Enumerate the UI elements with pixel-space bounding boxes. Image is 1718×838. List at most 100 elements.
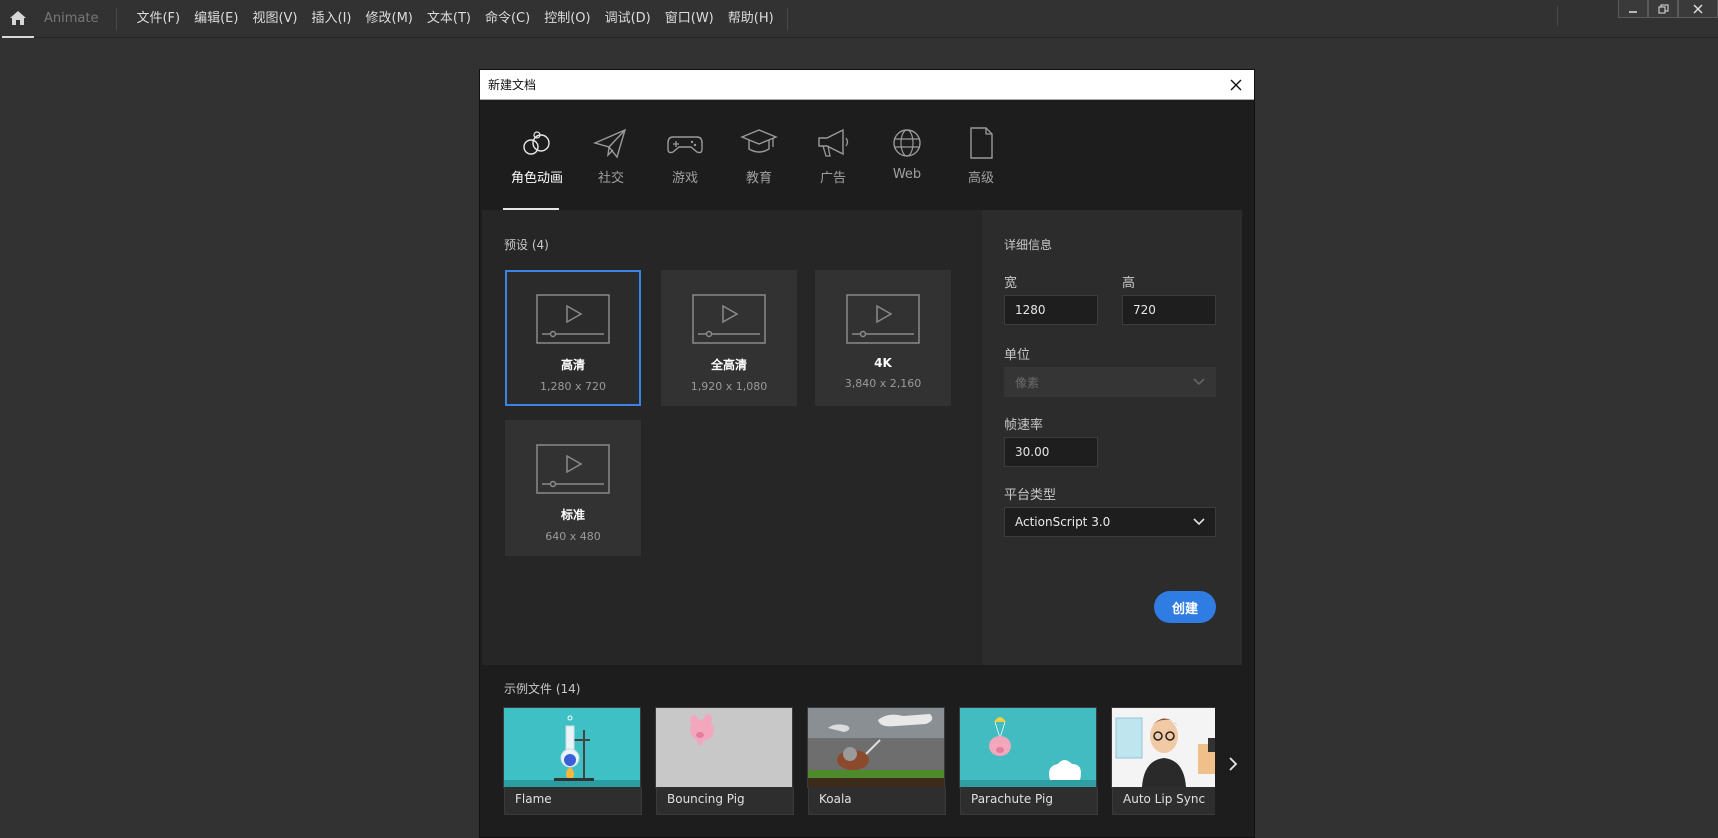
video-preset-icon: [536, 294, 610, 344]
fps-input[interactable]: 30.00: [1004, 437, 1098, 467]
window-controls: [1557, 0, 1718, 26]
menu-view[interactable]: 视图(V): [245, 0, 304, 38]
chevron-down-icon: [1193, 518, 1205, 526]
tab-label: 广告: [819, 171, 846, 186]
menu-file[interactable]: 文件(F): [129, 0, 187, 38]
tab-label: 高级: [967, 171, 994, 186]
divider: [1557, 6, 1558, 26]
tab-social[interactable]: 社交: [574, 125, 648, 210]
sample-thumbnail: [808, 708, 944, 787]
preset-size: 1,280 x 720: [540, 380, 606, 393]
samples-strip: Flame Bouncing Pig Koala Parachute Pig A…: [503, 707, 1215, 817]
sample-name: Koala: [819, 792, 852, 806]
presets-panel: 预设 (4) 高清 1,280 x 720 全高清 1,920 x 1,080: [482, 210, 982, 665]
dialog-title: 新建文档: [488, 78, 537, 92]
megaphone-icon: [818, 128, 849, 157]
unit-label: 单位: [1004, 348, 1031, 363]
close-icon: [1230, 79, 1242, 90]
sample-thumbnail: [656, 708, 792, 787]
sample-thumbnail: [504, 708, 640, 787]
sample-parachute-pig[interactable]: Parachute Pig: [959, 707, 1098, 815]
preset-4k[interactable]: 4K 3,840 x 2,160: [815, 270, 951, 406]
sample-name: Bouncing Pig: [667, 792, 745, 806]
dialog-close-button[interactable]: [1226, 75, 1246, 95]
preset-standard[interactable]: 标准 640 x 480: [505, 420, 641, 556]
chevron-right-icon: [1229, 757, 1238, 771]
unit-select: 像素: [1004, 367, 1216, 397]
tab-advanced[interactable]: 高级: [944, 125, 1018, 210]
preset-hd[interactable]: 高清 1,280 x 720: [505, 270, 641, 406]
app-bar: Animate 文件(F) 编辑(E) 视图(V) 插入(I) 修改(M) 文本…: [0, 0, 1718, 38]
preset-name: 4K: [874, 356, 892, 370]
divider: [116, 7, 118, 30]
preset-full-hd[interactable]: 全高清 1,920 x 1,080: [661, 270, 797, 406]
tab-label: 角色动画: [510, 171, 563, 186]
width-input[interactable]: 1280: [1004, 295, 1098, 325]
details-heading: 详细信息: [1004, 238, 1053, 252]
sample-koala[interactable]: Koala: [807, 707, 946, 815]
tab-advertising[interactable]: 广告: [796, 125, 870, 210]
globe-icon: [893, 129, 921, 157]
sample-auto-lip-sync[interactable]: Auto Lip Sync: [1111, 707, 1215, 815]
presets-heading: 预设 (4): [504, 238, 549, 252]
width-label: 宽: [1004, 276, 1018, 291]
video-preset-icon: [692, 294, 766, 344]
document-icon: [970, 127, 993, 159]
menu-debug[interactable]: 调试(D): [598, 0, 658, 38]
minimize-button[interactable]: [1618, 0, 1648, 18]
menu-control[interactable]: 控制(O): [537, 0, 597, 38]
preset-size: 3,840 x 2,160: [844, 377, 922, 390]
tab-character-animation[interactable]: 角色动画: [500, 125, 574, 210]
sample-name: Auto Lip Sync: [1123, 792, 1206, 806]
tab-label: 社交: [597, 171, 624, 186]
samples-heading: 示例文件 (14): [504, 682, 581, 696]
video-preset-icon: [536, 444, 610, 494]
menu-modify[interactable]: 修改(M): [359, 0, 420, 38]
unit-value: 像素: [1015, 375, 1040, 390]
sample-flame[interactable]: Flame: [503, 707, 642, 815]
platform-select[interactable]: ActionScript 3.0: [1004, 507, 1216, 537]
home-button[interactable]: [2, 0, 34, 38]
create-button[interactable]: 创建: [1154, 591, 1216, 623]
menu-commands[interactable]: 命令(C): [478, 0, 537, 38]
platform-label: 平台类型: [1004, 488, 1057, 503]
sample-thumbnail: [1112, 708, 1215, 787]
tab-education[interactable]: 教育: [722, 125, 796, 210]
menu-insert[interactable]: 插入(I): [305, 0, 359, 38]
close-icon: [1693, 4, 1703, 13]
tab-games[interactable]: 游戏: [648, 125, 722, 210]
gamepad-icon: [667, 136, 703, 154]
tab-label: Web: [892, 167, 922, 182]
menu-text[interactable]: 文本(T): [420, 0, 478, 38]
preset-name: 高清: [560, 358, 585, 372]
preset-name: 标准: [560, 508, 585, 522]
sample-bouncing-pig[interactable]: Bouncing Pig: [655, 707, 794, 815]
home-icon: [10, 10, 26, 25]
divider: [786, 7, 788, 30]
menu-bar: 文件(F) 编辑(E) 视图(V) 插入(I) 修改(M) 文本(T) 命令(C…: [129, 0, 780, 38]
tab-web[interactable]: Web: [870, 125, 944, 210]
tab-label: 游戏: [671, 171, 698, 186]
restore-button[interactable]: [1648, 0, 1678, 18]
graduation-cap-icon: [740, 129, 778, 153]
fps-label: 帧速率: [1004, 418, 1044, 433]
menu-window[interactable]: 窗口(W): [658, 0, 721, 38]
chevron-down-icon: [1193, 378, 1205, 386]
details-panel: 详细信息 宽 高 1280 720 单位 像素 帧速率 30.00 平台类型 A…: [982, 210, 1242, 665]
tab-label: 教育: [745, 171, 772, 186]
sample-name: Flame: [515, 792, 552, 806]
video-preset-icon: [846, 294, 920, 344]
menu-help[interactable]: 帮助(H): [721, 0, 781, 38]
height-input[interactable]: 720: [1122, 295, 1216, 325]
preset-name: 全高清: [710, 358, 747, 372]
paper-plane-icon: [592, 128, 627, 159]
preset-size: 1,920 x 1,080: [690, 380, 768, 393]
menu-edit[interactable]: 编辑(E): [187, 0, 245, 38]
samples-next-button[interactable]: [1228, 756, 1242, 774]
preset-size: 640 x 480: [545, 530, 601, 543]
character-animation-icon: [523, 131, 550, 155]
close-app-button[interactable]: [1678, 0, 1718, 18]
app-name: Animate: [44, 11, 99, 26]
platform-value: ActionScript 3.0: [1015, 515, 1111, 529]
dialog-titlebar: 新建文档: [480, 70, 1254, 100]
